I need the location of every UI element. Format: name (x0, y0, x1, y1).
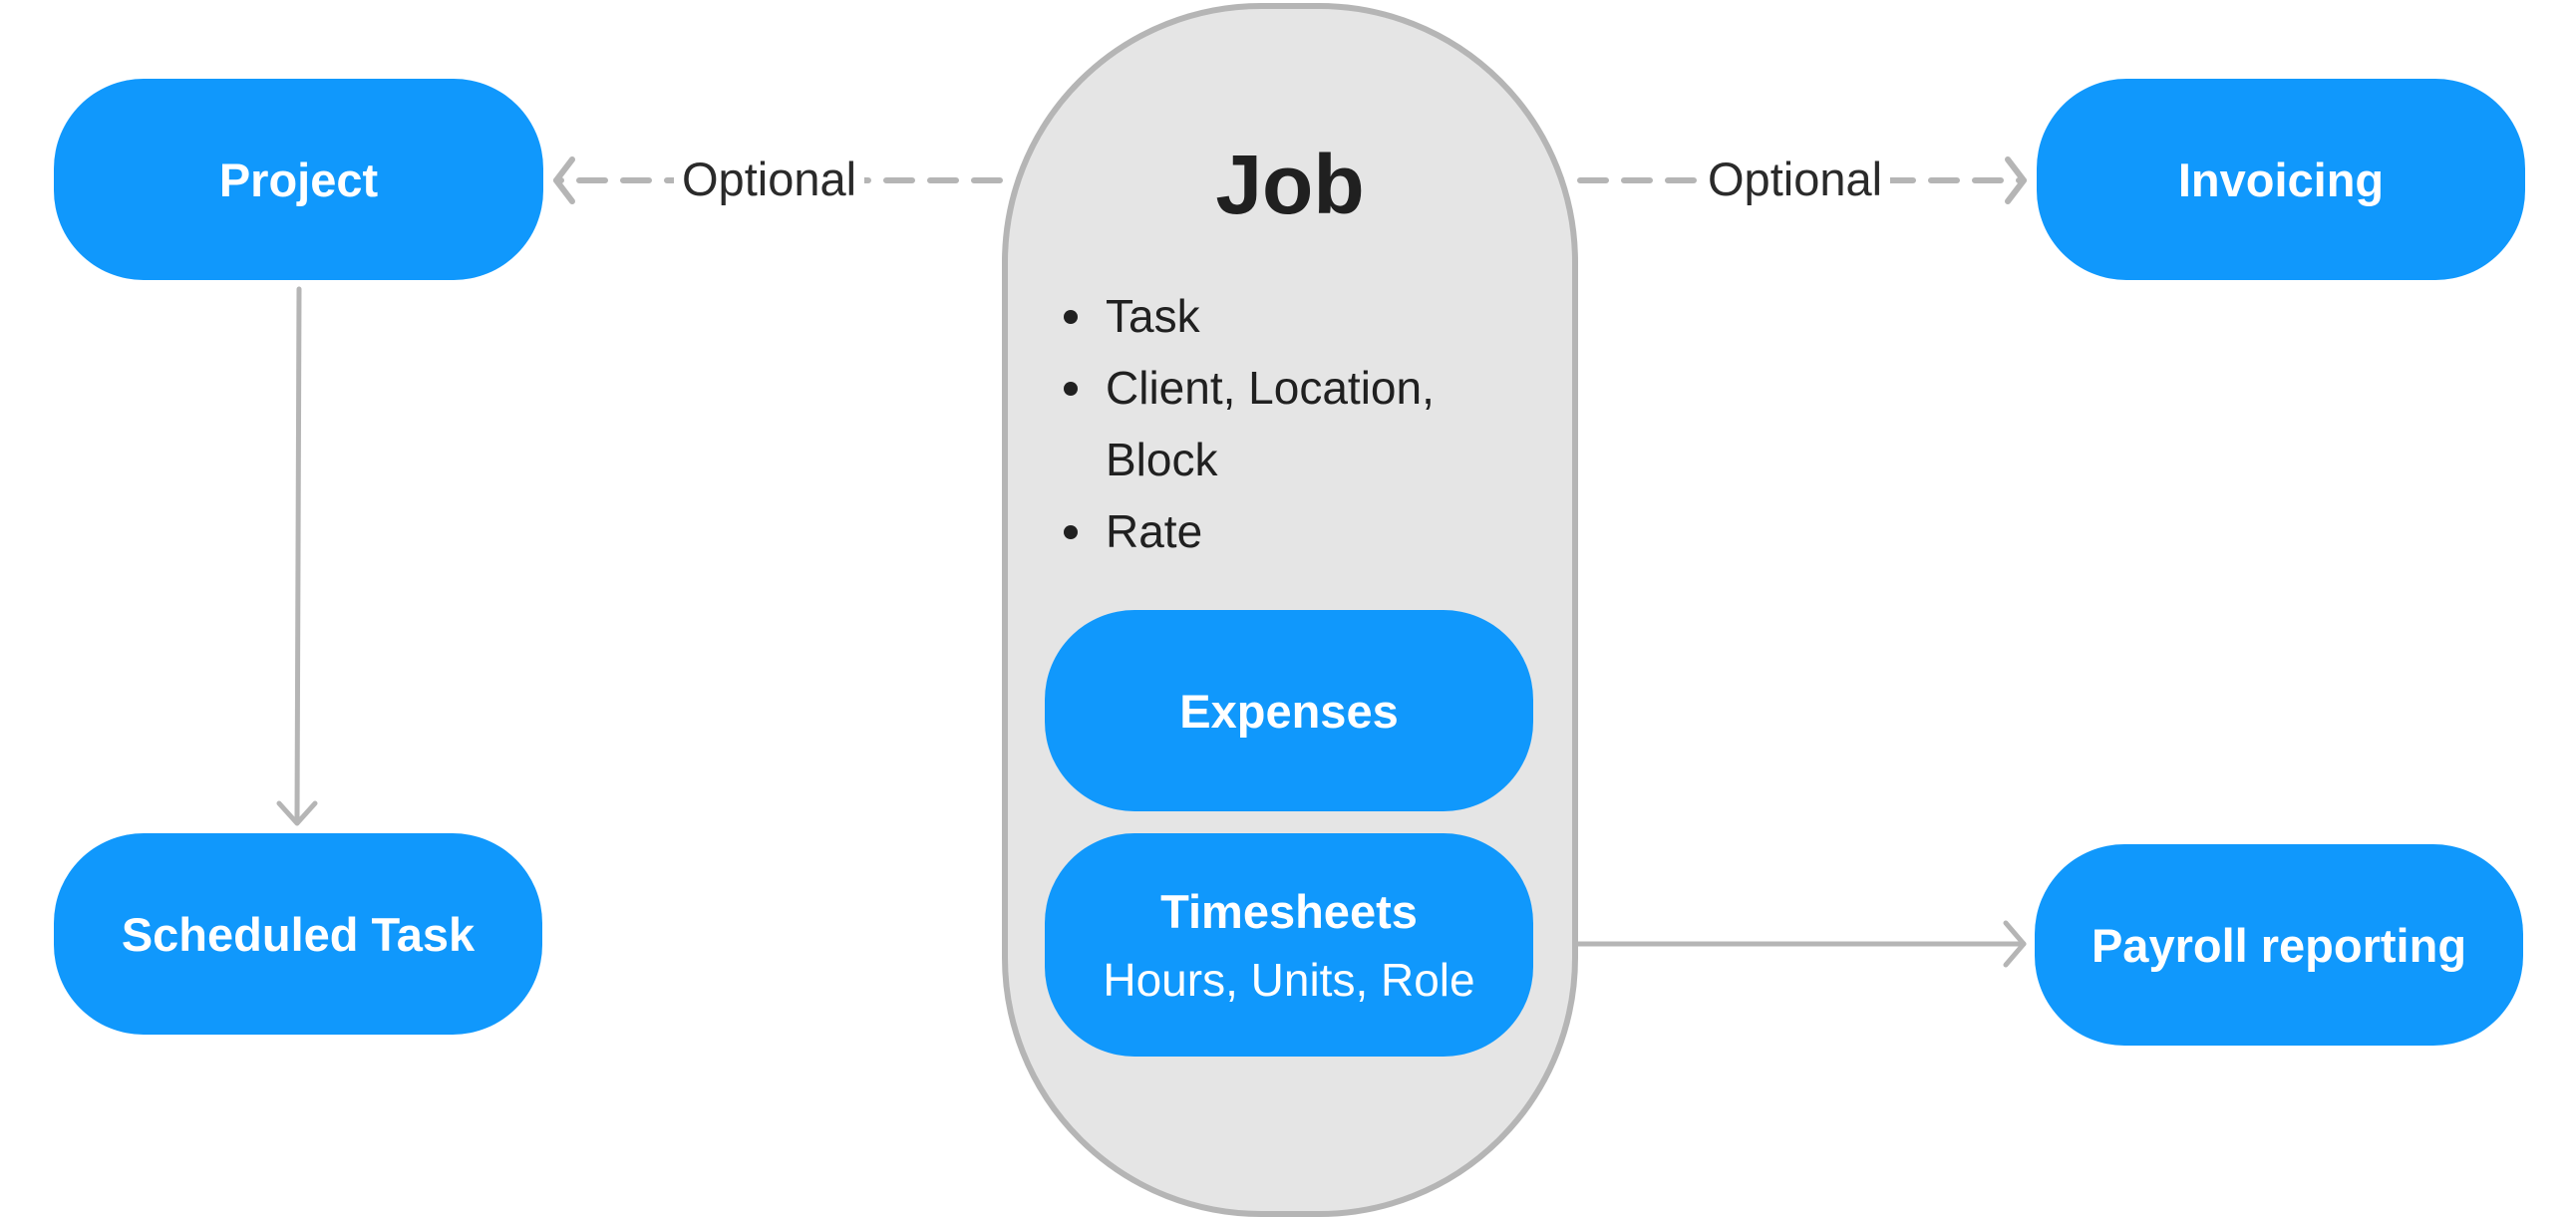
job-attribute-item: Task (1056, 280, 1514, 352)
node-scheduled-task-label: Scheduled Task (121, 907, 476, 961)
node-timesheets[interactable]: Timesheets Hours, Units, Role (1045, 833, 1533, 1057)
job-attribute-item: Rate (1056, 495, 1514, 567)
bullet-icon (1064, 382, 1078, 396)
node-expenses[interactable]: Expenses (1045, 610, 1533, 811)
edge-project-scheduled-task (294, 286, 302, 822)
edge-label-invoicing: Optional (1700, 152, 1891, 206)
edge-label-project: Optional (674, 152, 865, 206)
node-timesheets-title: Timesheets (1160, 884, 1418, 938)
job-attribute-list: Task Client, Location, Block Rate (1056, 280, 1514, 567)
node-expenses-label: Expenses (1179, 684, 1399, 738)
bullet-icon (1064, 310, 1078, 324)
node-payroll-reporting[interactable]: Payroll reporting (2035, 844, 2523, 1046)
node-project[interactable]: Project (54, 79, 543, 280)
node-timesheets-subtitle: Hours, Units, Role (1103, 953, 1475, 1006)
node-invoicing-label: Invoicing (2177, 152, 2385, 206)
node-scheduled-task[interactable]: Scheduled Task (54, 833, 542, 1035)
node-invoicing[interactable]: Invoicing (2037, 79, 2525, 280)
bullet-icon (1064, 525, 1078, 539)
node-payroll-label: Payroll reporting (2091, 918, 2467, 972)
job-attribute-item: Client, Location, Block (1056, 352, 1514, 495)
job-title: Job (1215, 138, 1365, 231)
node-project-label: Project (218, 152, 379, 206)
